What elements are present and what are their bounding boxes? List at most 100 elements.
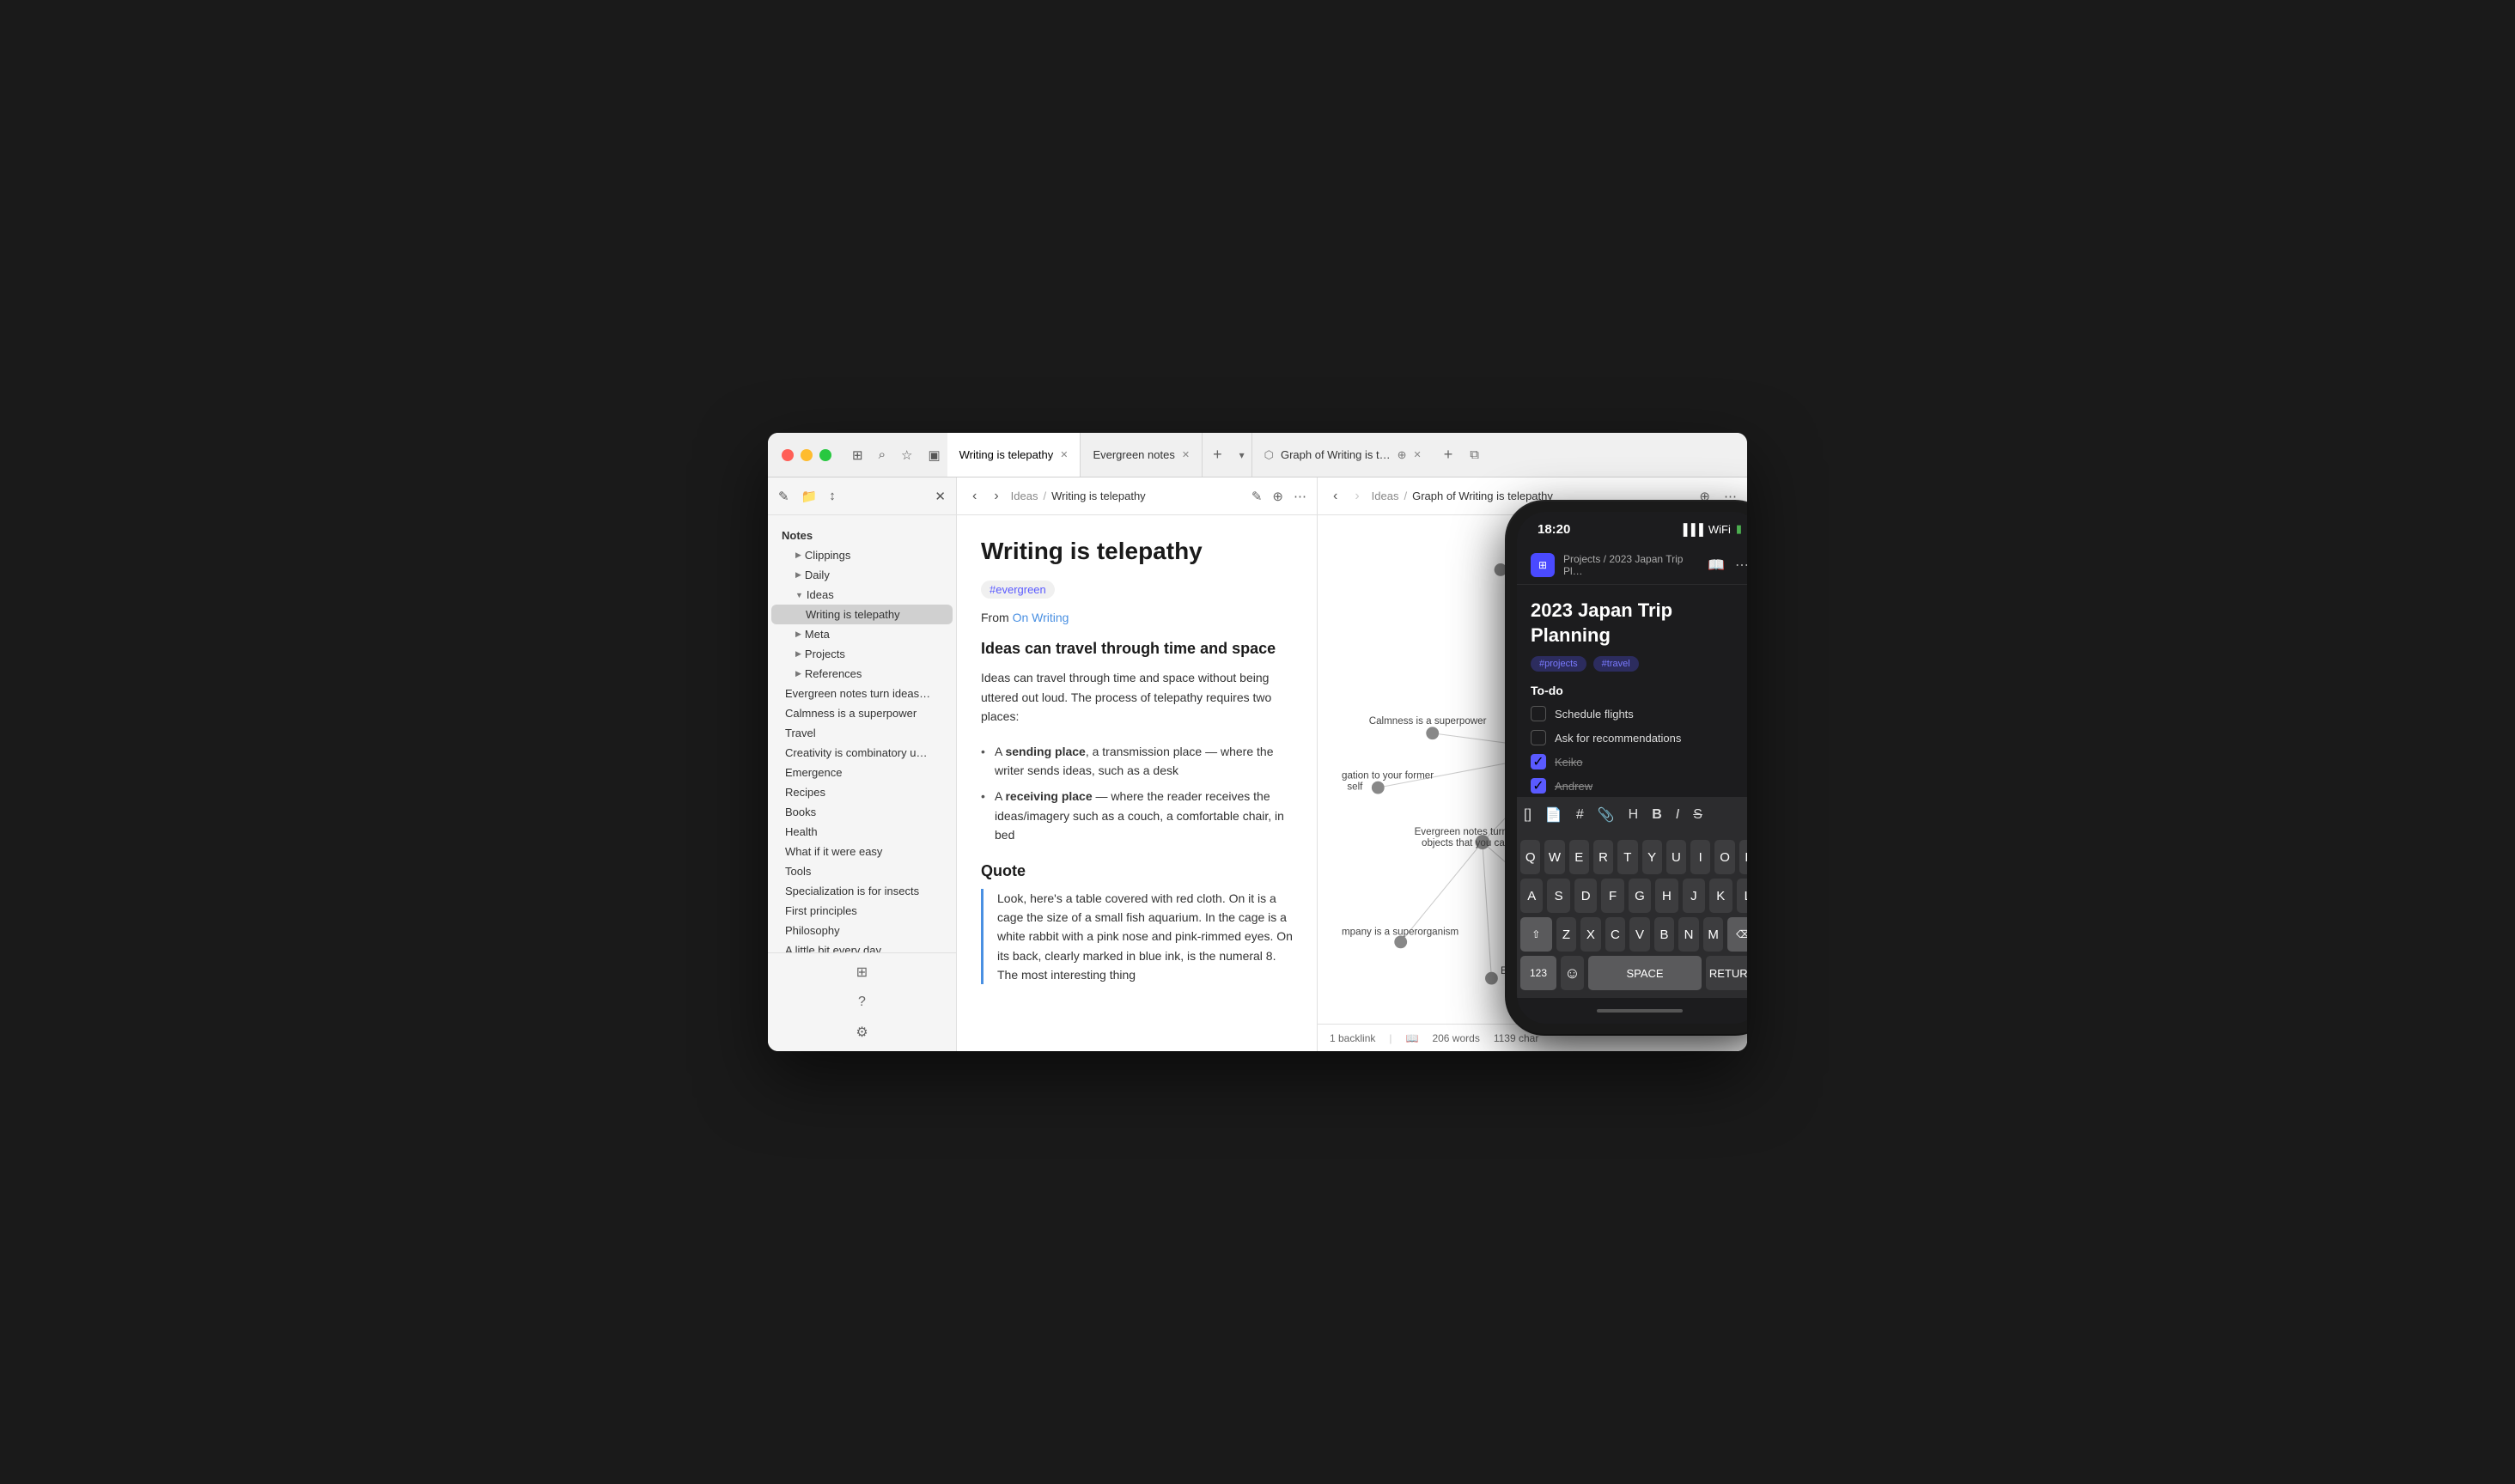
sidebar-item-writing-telepathy[interactable]: Writing is telepathy <box>771 605 953 624</box>
minimize-button[interactable] <box>801 449 813 461</box>
phone-todo-andrew[interactable]: ✓ Andrew <box>1531 778 1747 794</box>
key-l[interactable]: L <box>1737 879 1747 913</box>
graph-node-evergreen-notes[interactable] <box>1485 972 1498 985</box>
sidebar-item-references[interactable]: ▶ References <box>771 664 953 684</box>
sidebar-item-books[interactable]: Books <box>771 802 953 822</box>
key-space[interactable]: space <box>1588 956 1702 990</box>
key-v[interactable]: V <box>1629 917 1650 952</box>
graph-node-company[interactable] <box>1394 935 1407 948</box>
phone-tag-projects[interactable]: #projects <box>1531 656 1586 672</box>
graph-forward-button[interactable]: › <box>1349 485 1364 508</box>
sidebar-item-ideas[interactable]: ▼ Ideas <box>771 585 953 605</box>
widget-icon[interactable]: ⊞ <box>856 964 868 981</box>
graph-node-books[interactable] <box>1495 563 1507 576</box>
sidebar-item-tools[interactable]: Tools <box>771 861 953 881</box>
format-attach-icon[interactable]: 📎 <box>1598 806 1615 824</box>
info-icon[interactable]: ? <box>858 994 866 1010</box>
key-e[interactable]: E <box>1569 840 1589 874</box>
key-n[interactable]: N <box>1678 917 1699 952</box>
sidebar-item-emergence[interactable]: Emergence <box>771 763 953 782</box>
key-t[interactable]: T <box>1617 840 1637 874</box>
key-g[interactable]: G <box>1629 879 1651 913</box>
new-note-icon[interactable]: ✎ <box>778 489 789 504</box>
phone-checkbox-andrew[interactable]: ✓ <box>1531 778 1546 794</box>
phone-checkbox-keiko[interactable]: ✓ <box>1531 754 1546 769</box>
close-button[interactable] <box>782 449 794 461</box>
graph-new-tab-button[interactable]: + <box>1434 446 1464 464</box>
key-delete[interactable]: ⌫ <box>1727 917 1747 952</box>
sidebar-item-evergreen-notes[interactable]: Evergreen notes turn ideas… <box>771 684 953 703</box>
key-b[interactable]: B <box>1654 917 1675 952</box>
on-writing-link[interactable]: On Writing <box>1013 611 1069 624</box>
sidebar-item-philosophy[interactable]: Philosophy <box>771 921 953 940</box>
key-a[interactable]: A <box>1520 879 1543 913</box>
phone-checkbox-recommendations[interactable] <box>1531 730 1546 745</box>
forward-button[interactable]: › <box>989 485 1003 508</box>
sidebar-item-daily[interactable]: ▶ Daily <box>771 565 953 585</box>
sidebar-item-calmness[interactable]: Calmness is a superpower <box>771 703 953 723</box>
sort-icon[interactable]: ↕ <box>829 489 836 503</box>
key-j[interactable]: J <box>1683 879 1705 913</box>
sidebar-item-recipes[interactable]: Recipes <box>771 782 953 802</box>
tab-overflow-chevron[interactable]: ▾ <box>1233 449 1251 461</box>
sidebar-item-meta[interactable]: ▶ Meta <box>771 624 953 644</box>
sidebar-item-what-if[interactable]: What if it were easy <box>771 842 953 861</box>
key-d[interactable]: D <box>1574 879 1597 913</box>
format-header-icon[interactable]: H <box>1629 807 1639 823</box>
format-strikethrough-icon[interactable]: S <box>1693 807 1702 823</box>
back-button[interactable]: ‹ <box>967 485 982 508</box>
key-w[interactable]: W <box>1544 840 1564 874</box>
phone-app-icon[interactable]: ⊞ <box>1531 553 1555 577</box>
format-bold-icon[interactable]: B <box>1652 807 1662 823</box>
key-z[interactable]: Z <box>1556 917 1577 952</box>
format-italic-icon[interactable]: I <box>1676 807 1679 823</box>
key-q[interactable]: Q <box>1520 840 1540 874</box>
format-tag-icon[interactable]: # <box>1576 807 1584 823</box>
fullscreen-button[interactable] <box>819 449 831 461</box>
key-u[interactable]: U <box>1666 840 1686 874</box>
phone-keyboard[interactable]: Q W E R T Y U I O P A S D F G H <box>1517 833 1747 998</box>
close-sidebar-icon[interactable]: ✕ <box>935 489 946 504</box>
phone-todo-flights[interactable]: Schedule flights <box>1531 706 1747 721</box>
key-o[interactable]: O <box>1714 840 1734 874</box>
phone-todo-keiko[interactable]: ✓ Keiko <box>1531 754 1747 769</box>
edit-icon[interactable]: ✎ <box>1251 489 1263 504</box>
sidebar-item-creativity[interactable]: Creativity is combinatory u… <box>771 743 953 763</box>
graph-node-calmness[interactable] <box>1426 727 1439 739</box>
link-icon[interactable]: ⊕ <box>1272 489 1283 504</box>
new-tab-button[interactable]: + <box>1203 446 1233 464</box>
key-shift[interactable]: ⇧ <box>1520 917 1552 952</box>
sidebar-item-clippings[interactable]: ▶ Clippings <box>771 545 953 565</box>
graph-tab[interactable]: ⬡ Graph of Writing is t… ⊕ ✕ <box>1251 433 1434 477</box>
graph-tab-close-icon[interactable]: ✕ <box>1414 449 1422 460</box>
sidebar-item-first-principles[interactable]: First principles <box>771 901 953 921</box>
tab-close-icon[interactable]: ✕ <box>1182 449 1190 460</box>
tab-close-icon[interactable]: ✕ <box>1060 449 1068 460</box>
key-y[interactable]: Y <box>1642 840 1662 874</box>
star-icon[interactable]: ☆ <box>901 447 912 463</box>
key-m[interactable]: M <box>1703 917 1724 952</box>
graph-link-icon[interactable]: ⊕ <box>1398 448 1407 462</box>
key-return[interactable]: return <box>1706 956 1747 990</box>
sidebar-toggle-icon[interactable]: ⊞ <box>852 447 863 463</box>
format-bracket-icon[interactable]: [] <box>1524 807 1532 823</box>
graph-breadcrumb-parent[interactable]: Ideas <box>1372 490 1399 502</box>
key-p[interactable]: P <box>1739 840 1747 874</box>
graph-back-button[interactable]: ‹ <box>1328 485 1343 508</box>
key-s[interactable]: S <box>1547 879 1569 913</box>
sidebar-item-projects[interactable]: ▶ Projects <box>771 644 953 664</box>
new-folder-icon[interactable]: 📁 <box>801 489 818 504</box>
key-k[interactable]: K <box>1709 879 1732 913</box>
note-tag[interactable]: #evergreen <box>981 581 1055 599</box>
search-icon[interactable]: ⌕ <box>879 447 886 463</box>
note-content-area[interactable]: Writing is telepathy #evergreen From On … <box>957 515 1317 1051</box>
sidebar-item-specialization[interactable]: Specialization is for insects <box>771 881 953 901</box>
phone-note-content[interactable]: 2023 Japan Trip Planning #projects #trav… <box>1517 585 1747 797</box>
sidebar-item-travel[interactable]: Travel <box>771 723 953 743</box>
more-icon[interactable]: ⋯ <box>1294 489 1306 504</box>
sidebar-item-health[interactable]: Health <box>771 822 953 842</box>
panel-icon[interactable]: ▣ <box>928 447 940 463</box>
key-h[interactable]: H <box>1655 879 1678 913</box>
phone-checkbox-flights[interactable] <box>1531 706 1546 721</box>
phone-tag-travel[interactable]: #travel <box>1593 656 1639 672</box>
